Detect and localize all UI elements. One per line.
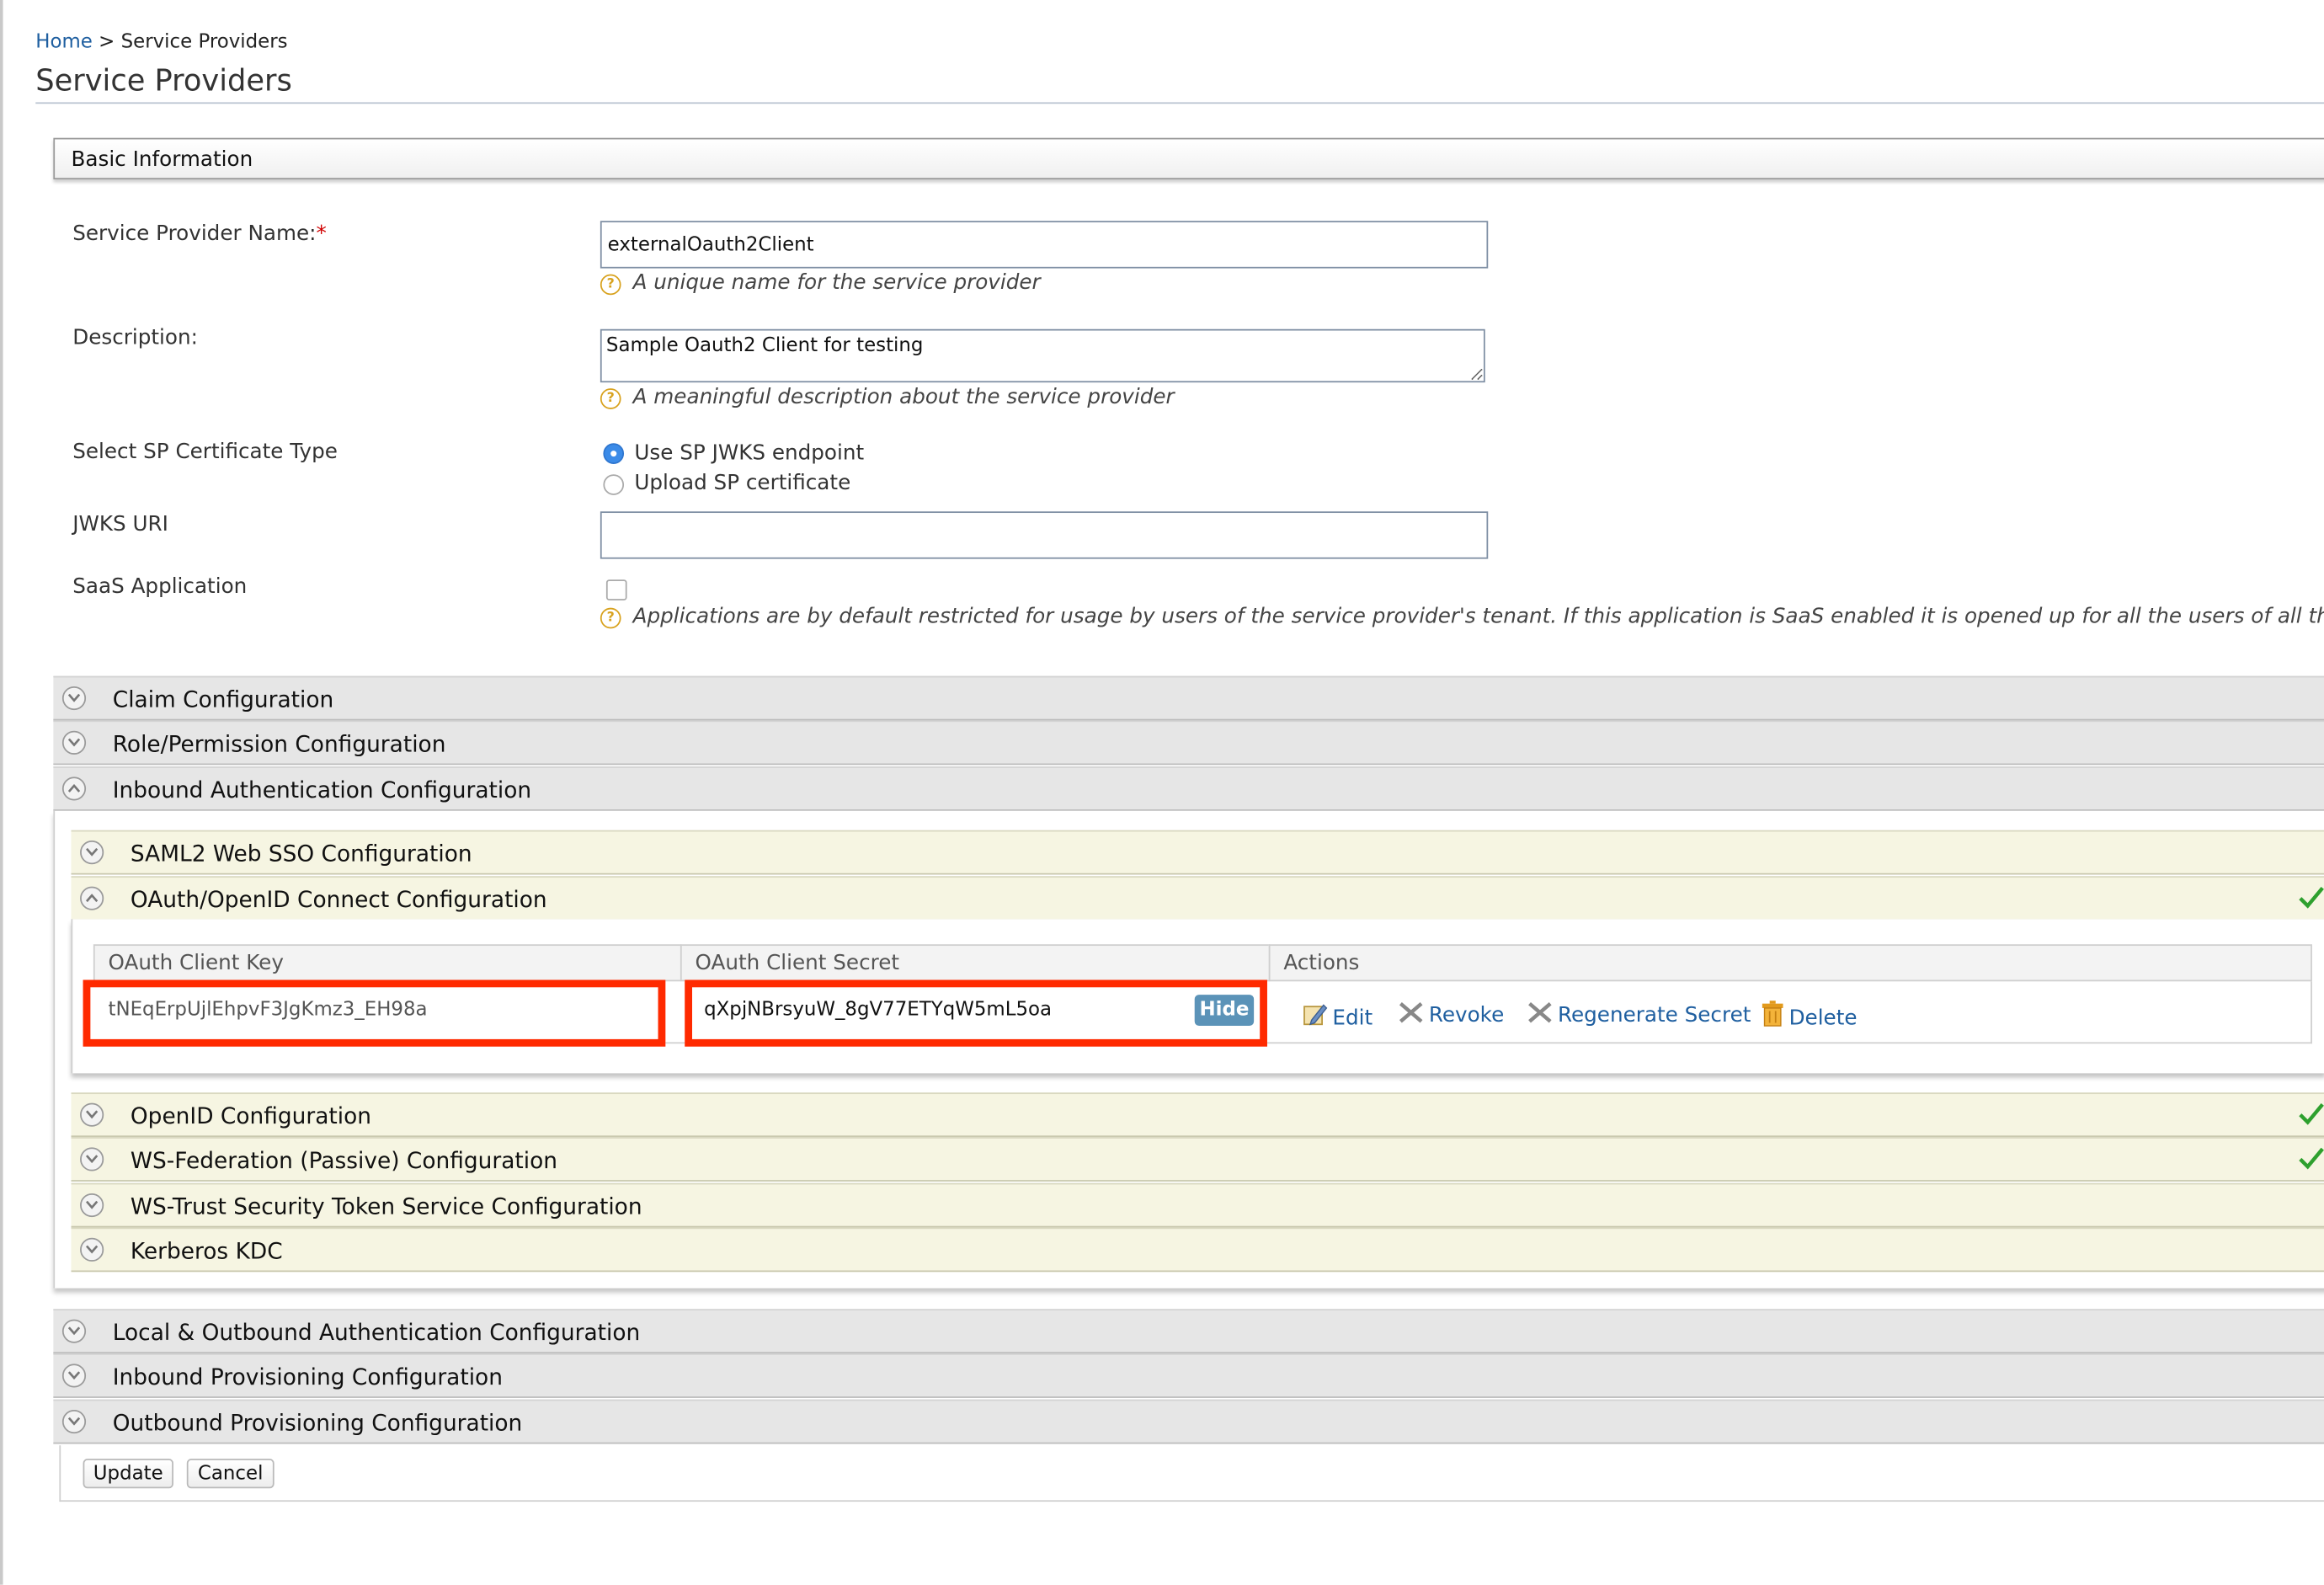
jwks-uri-input[interactable] (600, 511, 1489, 559)
chevron-down-icon (61, 1364, 87, 1388)
radio-jwks-endpoint-label[interactable]: Use SP JWKS endpoint (634, 442, 864, 466)
button-bar-divider (59, 1500, 2324, 1502)
local-outbound-authentication-header[interactable]: Local & Outbound Authentication Configur… (53, 1309, 2324, 1354)
saas-hint: ? Applications are by default restricted … (600, 605, 2324, 629)
help-icon: ? (600, 607, 621, 629)
kerberos-kdc-header[interactable]: Kerberos KDC (71, 1227, 2324, 1273)
checkmark-icon (2299, 1102, 2324, 1125)
inbound-authentication-configuration-header[interactable]: Inbound Authentication Configuration (53, 766, 2324, 811)
role-permission-configuration-title: Role/Permission Configuration (112, 730, 446, 758)
sp-name-input[interactable] (600, 221, 1489, 269)
local-outbound-authentication-title: Local & Outbound Authentication Configur… (112, 1319, 641, 1347)
update-button[interactable]: Update (83, 1459, 173, 1489)
chevron-down-icon (80, 1102, 104, 1127)
regenerate-secret-action[interactable]: Regenerate Secret (1527, 1001, 1751, 1027)
chevron-down-icon (61, 1409, 87, 1434)
chevron-up-icon (61, 776, 87, 801)
ws-federation-header[interactable]: WS-Federation (Passive) Configuration (71, 1137, 2324, 1182)
chevron-down-icon (61, 686, 87, 711)
chevron-down-icon (61, 1319, 87, 1343)
chevron-down-icon (80, 1237, 104, 1262)
required-mark: * (316, 222, 327, 247)
saas-application-checkbox[interactable] (605, 579, 627, 600)
jwks-uri-label: JWKS URI (72, 513, 168, 537)
left-border (0, 0, 3, 1585)
edit-action-label: Edit (1332, 1006, 1373, 1031)
radio-upload-certificate[interactable] (603, 474, 625, 495)
outbound-provisioning-title: Outbound Provisioning Configuration (112, 1409, 523, 1437)
claim-configuration-header[interactable]: Claim Configuration (53, 675, 2324, 721)
chevron-down-icon (61, 730, 87, 755)
basic-information-title: Basic Information (71, 148, 253, 173)
oauth-openid-connect-title: OAuth/OpenID Connect Configuration (130, 886, 547, 914)
regenerate-secret-action-label: Regenerate Secret (1557, 1003, 1751, 1027)
breadcrumb: Home > Service Providers (35, 31, 287, 53)
cert-type-label: Select SP Certificate Type (72, 440, 338, 464)
saas-application-label: SaaS Application (72, 574, 248, 600)
oauth-client-secret-value: qXpjNBrsyuW_8gV77ETYqW5mL5oa (704, 999, 1053, 1022)
description-label: Description: (72, 326, 198, 350)
role-permission-configuration-header[interactable]: Role/Permission Configuration (53, 720, 2324, 766)
actions-header: Actions (1268, 944, 2312, 982)
help-icon: ? (600, 388, 621, 409)
basic-information-header[interactable]: Basic Information (53, 137, 2324, 179)
title-divider (35, 102, 2324, 104)
ws-trust-sts-title: WS-Trust Security Token Service Configur… (130, 1193, 642, 1220)
delete-action[interactable]: Delete (1761, 1001, 1858, 1031)
oauth-client-key-header: OAuth Client Key (93, 944, 682, 982)
button-bar-border (59, 1445, 61, 1502)
revoke-action[interactable]: Revoke (1398, 1001, 1504, 1027)
checkmark-icon (2299, 886, 2324, 909)
saas-hint-text: Applications are by default restricted f… (632, 605, 2324, 629)
edit-icon (1303, 1004, 1328, 1026)
kerberos-kdc-title: Kerberos KDC (130, 1237, 283, 1265)
delete-action-label: Delete (1788, 1006, 1858, 1031)
page-title: Service Providers (35, 61, 292, 99)
claim-configuration-title: Claim Configuration (112, 686, 334, 713)
breadcrumb-home-link[interactable]: Home (35, 31, 93, 53)
inbound-authentication-configuration-title: Inbound Authentication Configuration (112, 776, 532, 804)
revoke-icon (1399, 1001, 1423, 1023)
radio-upload-certificate-label[interactable]: Upload SP certificate (634, 472, 850, 495)
ws-federation-title: WS-Federation (Passive) Configuration (130, 1147, 557, 1175)
saml2-web-sso-title: SAML2 Web SSO Configuration (130, 841, 472, 867)
sp-name-label-text: Service Provider Name: (72, 222, 317, 247)
regenerate-icon (1528, 1001, 1552, 1023)
outbound-provisioning-header[interactable]: Outbound Provisioning Configuration (53, 1399, 2324, 1444)
breadcrumb-current: Service Providers (120, 30, 288, 54)
oauth-client-secret-header: OAuth Client Secret (680, 944, 1271, 982)
trash-icon (1762, 1001, 1783, 1027)
ws-trust-sts-header[interactable]: WS-Trust Security Token Service Configur… (71, 1182, 2324, 1228)
checkmark-icon (2299, 1147, 2324, 1170)
openid-configuration-header[interactable]: OpenID Configuration (71, 1092, 2324, 1138)
sp-name-hint: ? A unique name for the service provider (600, 271, 1041, 296)
chevron-down-icon (80, 841, 104, 865)
cancel-button[interactable]: Cancel (186, 1459, 275, 1489)
breadcrumb-separator: > (99, 30, 115, 54)
saml2-web-sso-header[interactable]: SAML2 Web SSO Configuration (71, 830, 2324, 875)
description-hint: ? A meaningful description about the serv… (600, 386, 1175, 409)
hide-secret-button[interactable]: Hide (1194, 995, 1255, 1027)
revoke-action-label: Revoke (1428, 1003, 1505, 1027)
description-textarea[interactable]: Sample Oauth2 Client for testing (600, 328, 1485, 383)
chevron-up-icon (80, 886, 104, 910)
description-hint-text: A meaningful description about the servi… (632, 385, 1175, 409)
inbound-provisioning-header[interactable]: Inbound Provisioning Configuration (53, 1353, 2324, 1398)
openid-configuration-title: OpenID Configuration (130, 1102, 372, 1130)
chevron-down-icon (80, 1193, 104, 1218)
radio-jwks-endpoint[interactable] (603, 443, 625, 464)
oauth-client-key-value: tNEqErpUjlEhpvF3JgKmz3_EH98a (108, 999, 428, 1022)
sp-name-label: Service Provider Name:* (72, 222, 327, 246)
inbound-provisioning-title: Inbound Provisioning Configuration (112, 1364, 503, 1391)
edit-action[interactable]: Edit (1301, 1001, 1373, 1030)
help-icon: ? (600, 274, 621, 296)
sp-name-hint-text: A unique name for the service provider (632, 271, 1041, 296)
oauth-openid-connect-header[interactable]: OAuth/OpenID Connect Configuration (71, 876, 2324, 921)
chevron-down-icon (80, 1147, 104, 1171)
